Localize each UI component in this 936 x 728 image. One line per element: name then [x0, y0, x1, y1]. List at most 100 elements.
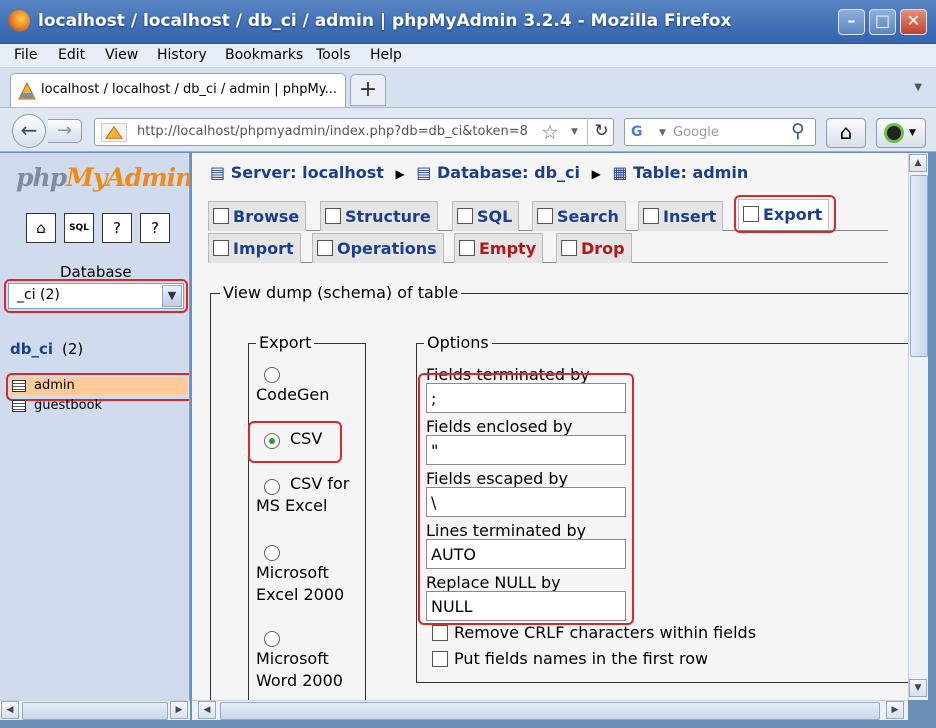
radio-codegen-label[interactable]: CodeGen: [256, 384, 356, 406]
import-icon: [213, 240, 229, 256]
remove-crlf-label[interactable]: Remove CRLF characters within fields: [454, 623, 756, 642]
breadcrumb: ▤ Server: localhost ▶ ▤ Database: db_ci …: [210, 163, 748, 182]
structure-icon: [325, 208, 341, 224]
tab-structure[interactable]: Structure: [320, 201, 438, 231]
phpmyadmin-logo[interactable]: phpMyAdmin: [16, 163, 190, 192]
sql-icon: [457, 208, 473, 224]
database-table-count: (2): [62, 340, 84, 358]
scroll-right-icon[interactable]: ▶: [170, 701, 188, 719]
mysql-docs-icon[interactable]: ?: [140, 213, 170, 243]
search-icon[interactable]: ⚲: [791, 120, 805, 142]
table-item-guestbook[interactable]: guestbook: [10, 397, 188, 415]
menu-tools[interactable]: Tools: [316, 47, 351, 63]
maximize-button[interactable]: □: [869, 9, 896, 35]
window-title-bar: localhost / localhost / db_ci / admin | …: [0, 0, 936, 44]
tab-drop[interactable]: Drop: [556, 233, 632, 263]
sidebar-scroll-thumb[interactable]: [22, 702, 168, 720]
field-names-label[interactable]: Put fields names in the first row: [454, 649, 708, 668]
menu-bookmarks[interactable]: Bookmarks: [225, 47, 303, 63]
tab-import[interactable]: Import: [208, 233, 301, 263]
radio-word-2000[interactable]: [264, 631, 280, 647]
url-dropdown-icon[interactable]: ▼: [571, 127, 578, 137]
forward-button[interactable]: →: [48, 119, 82, 143]
home-button[interactable]: ⌂: [826, 118, 866, 148]
tab-empty[interactable]: Empty: [454, 233, 544, 263]
radio-word-2000-label[interactable]: Microsoft Word 2000: [256, 648, 360, 692]
menu-view[interactable]: View: [105, 47, 138, 63]
addon-dropdown-icon: ▼: [909, 128, 916, 138]
highlight-export-tab: [734, 195, 836, 233]
site-identity-icon: [101, 123, 127, 142]
scroll-right-icon[interactable]: ▶: [886, 701, 904, 719]
remove-crlf-checkbox[interactable]: [432, 625, 448, 641]
vertical-scroll-thumb[interactable]: [910, 175, 928, 357]
search-placeholder[interactable]: Google: [673, 125, 719, 140]
engine-dropdown-icon[interactable]: ▼: [659, 128, 666, 138]
breadcrumb-table[interactable]: Table: admin: [633, 163, 748, 182]
logo-myadmin: MyAdmin: [66, 163, 190, 192]
tab-operations-label: Operations: [337, 239, 437, 258]
drop-icon: [561, 240, 577, 256]
server-icon: ▤: [210, 163, 226, 182]
radio-excel-2000[interactable]: [264, 545, 280, 561]
content-scroll-thumb[interactable]: [220, 702, 880, 720]
breadcrumb-separator-icon: ▶: [395, 167, 405, 181]
tab-drop-label: Drop: [581, 239, 625, 258]
logo-php: php: [16, 163, 67, 192]
table-icon[interactable]: [12, 400, 26, 412]
breadcrumb-database[interactable]: Database: db_ci: [437, 163, 580, 182]
menu-help[interactable]: Help: [370, 47, 402, 63]
addon-button[interactable]: ▼: [876, 118, 926, 148]
window-bottom-border: [0, 720, 936, 728]
back-button[interactable]: ←: [12, 114, 46, 148]
tab-insert[interactable]: Insert: [638, 201, 724, 231]
menu-history[interactable]: History: [157, 47, 207, 63]
highlight-csv: [248, 421, 342, 463]
menu-file[interactable]: File: [14, 47, 37, 63]
tab-structure-label: Structure: [345, 207, 431, 226]
scroll-down-icon[interactable]: ▼: [909, 679, 927, 697]
minimize-button[interactable]: –: [838, 9, 865, 35]
scroll-left-icon[interactable]: ◀: [1, 701, 19, 719]
documentation-icon[interactable]: ?: [102, 213, 132, 243]
table-item-label[interactable]: guestbook: [34, 398, 102, 413]
menu-edit[interactable]: Edit: [58, 47, 85, 63]
tabs-row-2: Import Operations Empty Drop: [208, 233, 888, 263]
radio-csv-excel-label[interactable]: CSV for MS Excel: [256, 473, 360, 517]
scroll-left-icon[interactable]: ◀: [198, 701, 216, 719]
dump-legend: View dump (schema) of table: [220, 283, 462, 302]
scroll-up-icon[interactable]: ▲: [909, 154, 927, 172]
field-names-checkbox[interactable]: [432, 651, 448, 667]
radio-codegen[interactable]: [264, 367, 280, 383]
browser-tab[interactable]: localhost / localhost / db_ci / admin | …: [10, 73, 346, 107]
tab-browse[interactable]: Browse: [208, 201, 307, 231]
home-icon[interactable]: ⌂: [26, 213, 56, 243]
url-bar[interactable]: http://localhost/phpmyadmin/index.php?db…: [94, 118, 614, 146]
tab-search-label: Search: [557, 207, 619, 226]
content-vertical-scrollbar[interactable]: ▲ ▼: [908, 153, 928, 700]
tab-strip: localhost / localhost / db_ci / admin | …: [0, 68, 936, 108]
close-button[interactable]: ✕: [900, 9, 927, 35]
search-bar[interactable]: G ▼ Google ⚲: [624, 118, 816, 146]
content-horizontal-scrollbar[interactable]: ◀ ▶: [192, 700, 908, 720]
sql-window-icon[interactable]: SQL: [64, 213, 94, 243]
tab-operations[interactable]: Operations: [312, 233, 444, 263]
browser-tab-label: localhost / localhost / db_ci / admin | …: [41, 82, 337, 97]
new-tab-button[interactable]: +: [350, 74, 386, 106]
url-text[interactable]: http://localhost/phpmyadmin/index.php?db…: [137, 124, 537, 139]
breadcrumb-server[interactable]: Server: localhost: [231, 163, 384, 182]
google-engine-icon[interactable]: G: [631, 124, 643, 140]
options-legend: Options: [424, 333, 492, 352]
reload-icon[interactable]: ↻: [587, 118, 615, 146]
sidebar-horizontal-scrollbar[interactable]: ◀ ▶: [0, 700, 190, 720]
tab-list-icon[interactable]: ▼: [914, 82, 922, 93]
tab-sql[interactable]: SQL: [452, 201, 520, 231]
tab-search[interactable]: Search: [532, 201, 626, 231]
radio-excel-2000-label[interactable]: Microsoft Excel 2000: [256, 562, 360, 606]
bookmark-star-icon[interactable]: ☆: [541, 120, 559, 144]
export-legend: Export: [256, 333, 315, 352]
operations-icon: [317, 240, 333, 256]
empty-icon: [459, 240, 475, 256]
database-link[interactable]: db_ci: [10, 340, 53, 358]
highlight-options: [418, 373, 634, 625]
